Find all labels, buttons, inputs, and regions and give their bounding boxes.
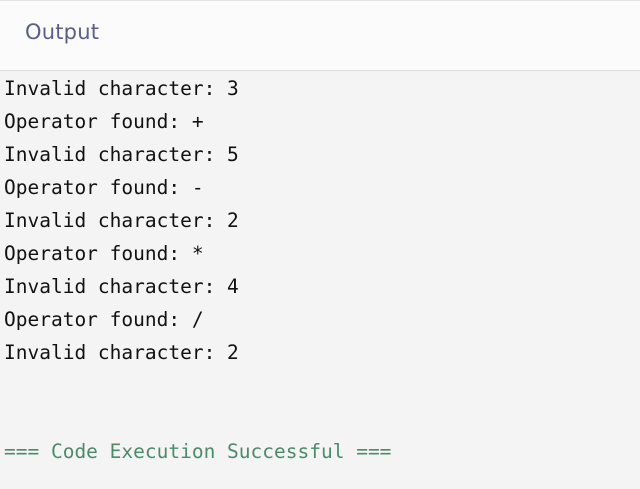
console-line: Operator found: *: [4, 242, 204, 265]
console-line: Invalid character: 3: [4, 77, 239, 100]
console-line: Invalid character: 2: [4, 341, 239, 364]
output-title: Output: [25, 20, 100, 44]
console-line: Operator found: -: [4, 176, 204, 199]
console-line: Operator found: +: [4, 110, 204, 133]
output-header: Output: [0, 0, 640, 71]
console-output: Invalid character: 3 Operator found: + I…: [4, 72, 640, 468]
console-line: Operator found: /: [4, 308, 204, 331]
console-line: Invalid character: 5: [4, 143, 239, 166]
output-panel: Output Invalid character: 3 Operator fou…: [0, 0, 640, 489]
console-line: Invalid character: 4: [4, 275, 239, 298]
execution-status-message: === Code Execution Successful ===: [4, 440, 392, 463]
console-line: Invalid character: 2: [4, 209, 239, 232]
